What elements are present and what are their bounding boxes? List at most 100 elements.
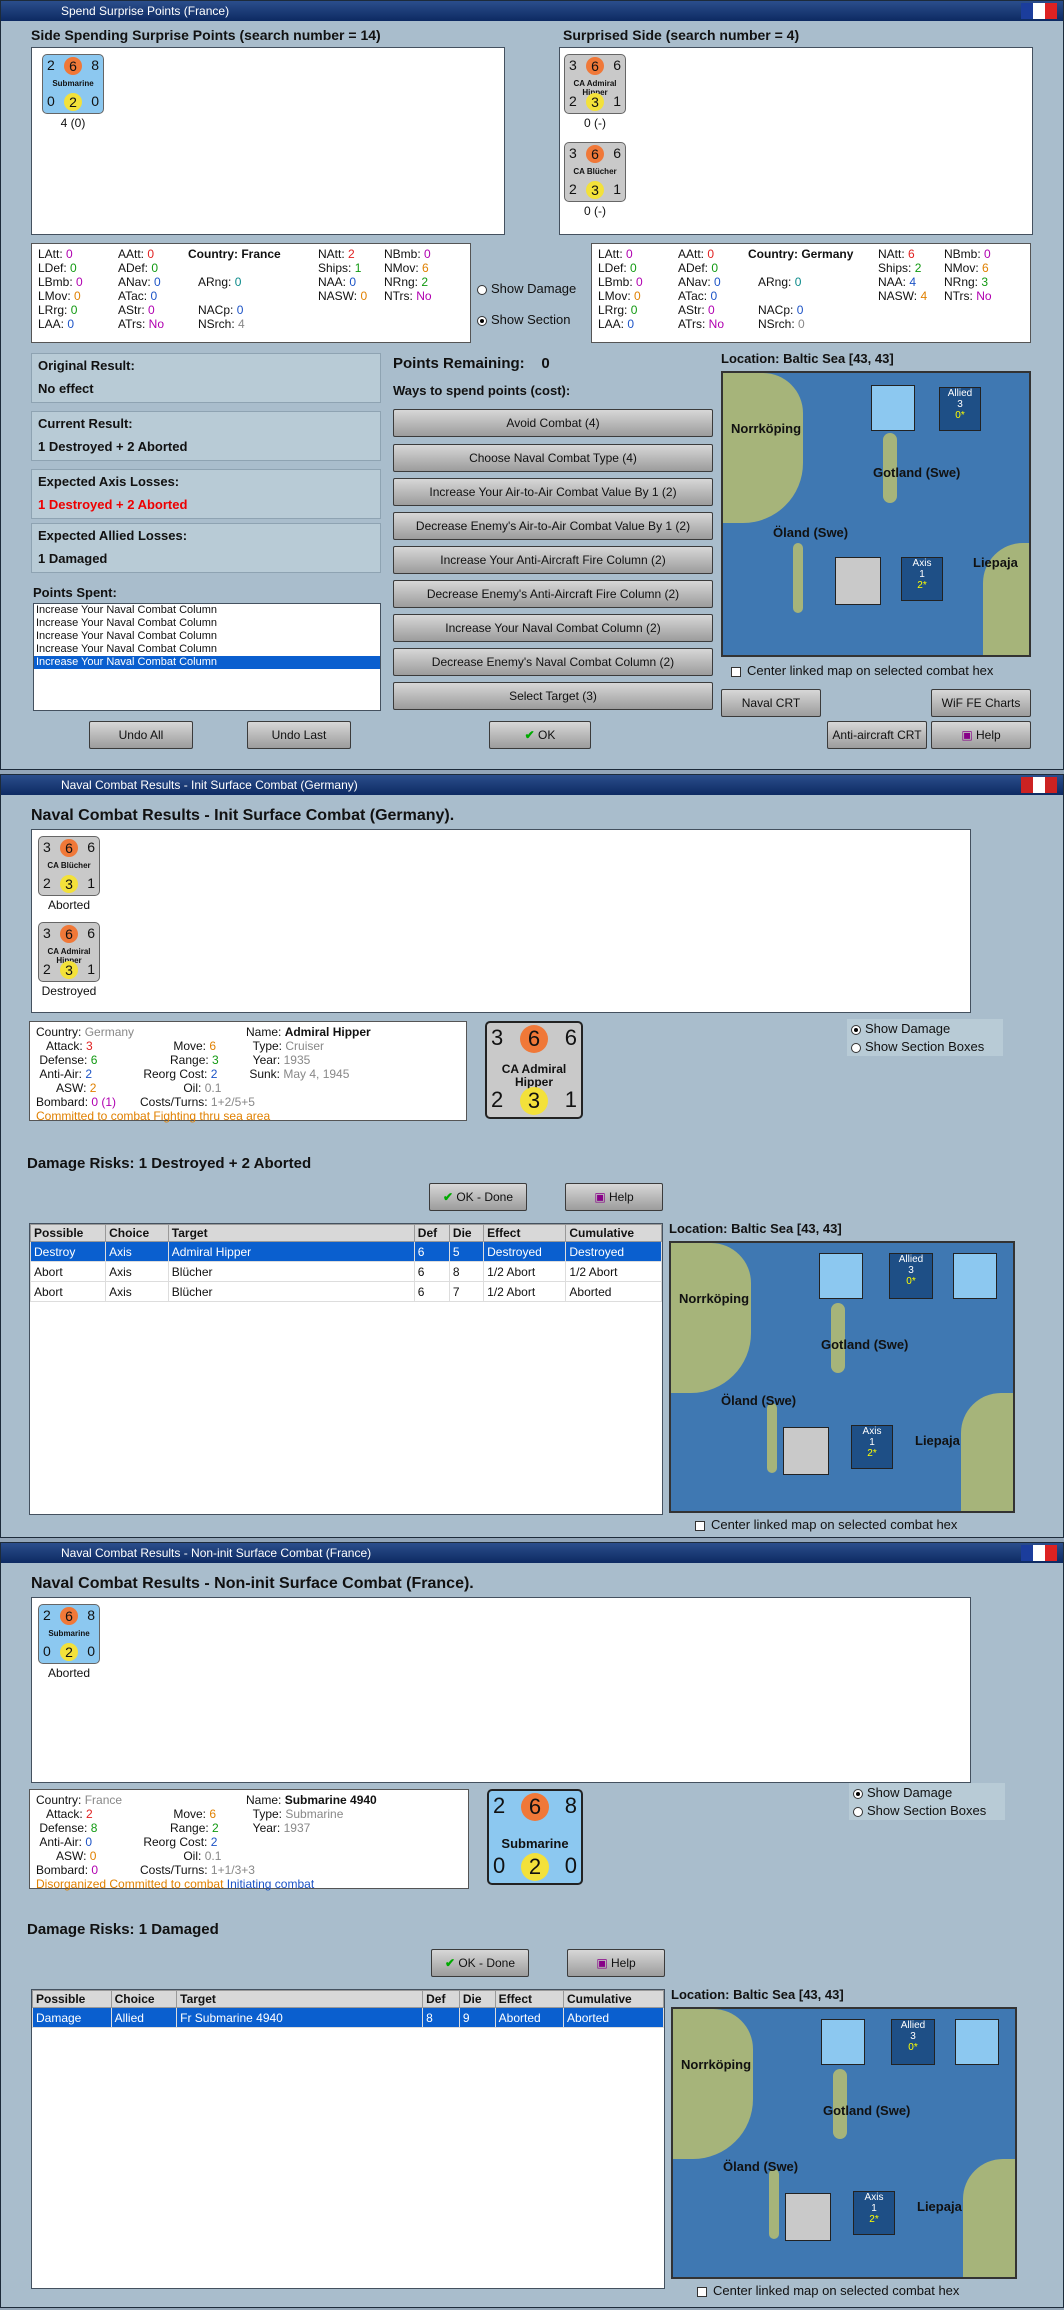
table-row[interactable]: Abort Axis Blücher 6 7 1/2 Abort Aborted (29, 1281, 662, 1302)
decrease-enemy-air-to-air-button[interactable]: Decrease Enemy's Air-to-Air Combat Value… (393, 512, 713, 540)
map-allied-marker[interactable]: Allied 3 0* (889, 1253, 933, 1299)
map-allied-marker[interactable]: Allied 3 0* (939, 387, 981, 431)
map-unit-submarine[interactable] (871, 385, 915, 431)
list-item[interactable]: Increase Your Naval Combat Column (34, 656, 380, 669)
col-def[interactable]: Def (422, 1990, 460, 2008)
col-def[interactable]: Def (413, 1224, 450, 1242)
list-item[interactable]: Increase Your Naval Combat Column (34, 643, 380, 656)
results-header: Naval Combat Results - Non-init Surface … (31, 1575, 474, 1592)
map-unit-submarine[interactable] (819, 1253, 863, 1299)
map-unit-admiral-hipper[interactable] (783, 1427, 829, 1475)
damage-table-container: Possible Choice Target Def Die Effect Cu… (31, 1989, 665, 2289)
spending-units-box: 268 Submarine 020 4 (0) (31, 47, 505, 235)
choose-naval-combat-type-button[interactable]: Choose Naval Combat Type (4) (393, 444, 713, 472)
window-title: Spend Surprise Points (France) (61, 4, 230, 18)
show-damage-radio[interactable]: Show Damage (847, 1019, 1003, 1038)
center-map-checkbox[interactable]: Center linked map on selected combat hex (695, 1517, 957, 1532)
center-map-checkbox[interactable]: Center linked map on selected combat hex (731, 663, 993, 678)
center-map-checkbox[interactable]: Center linked map on selected combat hex (697, 2283, 959, 2298)
location-label: Location: Baltic Sea [43, 43] (721, 351, 894, 366)
unit-counter-admiral-hipper[interactable]: 366 CA Admiral Hipper 231 (564, 54, 626, 114)
map-label-liepaja: Liepaja (915, 1433, 960, 1448)
baltic-map[interactable]: Norrköping Gotland (Swe) Öland (Swe) Lie… (671, 2007, 1017, 2279)
increase-anti-aircraft-button[interactable]: Increase Your Anti-Aircraft Fire Column … (393, 546, 713, 574)
undo-all-button[interactable]: Undo All (89, 721, 193, 749)
show-section-radio[interactable]: Show Section (477, 312, 571, 327)
col-possible[interactable]: Possible (32, 1990, 112, 2008)
check-icon: ✔ (444, 1956, 459, 1970)
show-damage-radio[interactable]: Show Damage (849, 1783, 1005, 1802)
anti-aircraft-crt-button[interactable]: Anti-aircraft CRT (827, 721, 927, 749)
large-unit-counter-submarine: 268 Submarine 020 (487, 1789, 583, 1885)
damage-risks: Damage Risks: 1 Destroyed + 2 Aborted (27, 1155, 312, 1172)
col-target[interactable]: Target (167, 1224, 415, 1242)
list-item[interactable]: Increase Your Naval Combat Column (34, 630, 380, 643)
title-bar: Naval Combat Results - Non-init Surface … (1, 1543, 1063, 1563)
map-unit-submarine[interactable] (821, 2019, 865, 2065)
select-target-button[interactable]: Select Target (3) (393, 682, 713, 710)
germany-flag-icon (1021, 777, 1057, 793)
col-cumulative[interactable]: Cumulative (563, 1990, 664, 2008)
help-button[interactable]: ▣ Help (565, 1183, 663, 1211)
col-choice[interactable]: Choice (110, 1990, 178, 2008)
col-die[interactable]: Die (458, 1990, 496, 2008)
ok-done-button[interactable]: ✔ OK - Done (431, 1949, 529, 1977)
france-flag-icon (1021, 1545, 1057, 1561)
book-icon: ▣ (594, 1190, 609, 1204)
list-item[interactable]: Increase Your Naval Combat Column (34, 617, 380, 630)
surprised-units-box: 366 CA Admiral Hipper 231 0 (-) 366 CA B… (559, 47, 1033, 235)
wif-charts-button[interactable]: WiF FE Charts (931, 689, 1031, 717)
col-effect[interactable]: Effect (494, 1990, 565, 2008)
col-possible[interactable]: Possible (29, 1224, 107, 1242)
map-axis-marker[interactable]: Axis 1 2* (851, 1425, 893, 1469)
col-choice[interactable]: Choice (105, 1224, 169, 1242)
unit-counter-submarine[interactable]: 268 Submarine 020 (38, 1604, 100, 1664)
unit-caption: Aborted (47, 1666, 91, 1680)
ok-done-button[interactable]: ✔ OK - Done (429, 1183, 527, 1211)
baltic-map[interactable]: Norrköping Gotland (Swe) Öland (Swe) Lie… (721, 371, 1031, 657)
points-remaining: Points Remaining: 0 (393, 355, 550, 372)
col-effect[interactable]: Effect (483, 1224, 567, 1242)
help-button[interactable]: ▣ Help (567, 1949, 665, 1977)
col-die[interactable]: Die (448, 1224, 485, 1242)
points-spent-list[interactable]: Increase Your Naval Combat Column Increa… (33, 603, 381, 711)
map-axis-marker[interactable]: Axis 1 2* (853, 2191, 895, 2235)
unit-counter-submarine[interactable]: 268 Submarine 020 (42, 54, 104, 114)
stats-france: Country: France LAtt: 0 AAtt: 0 NAtt: 2 NBm… (31, 243, 471, 343)
increase-air-to-air-button[interactable]: Increase Your Air-to-Air Combat Value By… (393, 478, 713, 506)
damage-table: Possible Choice Target Def Die Effect Cu… (29, 1224, 662, 1302)
table-row[interactable]: Abort Axis Blücher 6 8 1/2 Abort 1/2 Abort (29, 1261, 662, 1282)
list-item[interactable]: Increase Your Naval Combat Column (34, 604, 380, 617)
baltic-map[interactable]: Norrköping Gotland (Swe) Öland (Swe) Lie… (669, 1241, 1015, 1513)
map-label-oland: Öland (Swe) (723, 2159, 799, 2174)
map-allied-marker[interactable]: Allied 3 0* (891, 2019, 935, 2065)
map-label-oland: Öland (Swe) (773, 525, 849, 540)
show-damage-radio[interactable]: Show Damage (477, 281, 576, 296)
map-label-liepaja: Liepaja (973, 555, 1018, 570)
avoid-combat-button[interactable]: Avoid Combat (4) (393, 409, 713, 437)
show-section-boxes-radio[interactable]: Show Section Boxes (849, 1801, 1005, 1820)
unit-counter-blucher[interactable]: 366 CA Blücher 231 (564, 142, 626, 202)
help-button[interactable]: ▣ Help (931, 721, 1031, 749)
book-icon: ▣ (961, 728, 976, 742)
show-section-boxes-radio[interactable]: Show Section Boxes (847, 1037, 1003, 1056)
unit-counter-admiral-hipper[interactable]: 366 CA Admiral Hipper 231 (38, 922, 100, 982)
unit-info-panel: Country: Germany Attack: 3 Defense: 6 An… (29, 1021, 467, 1123)
col-cumulative[interactable]: Cumulative (565, 1224, 662, 1242)
right-header: Surprised Side (search number = 4) (563, 27, 800, 43)
table-row[interactable]: Destroy Axis Admiral Hipper 6 5 Destroyed Dest… (29, 1241, 662, 1262)
unit-counter-blucher[interactable]: 366 CA Blücher 231 (38, 836, 100, 896)
ok-button[interactable]: ✔ OK (489, 721, 591, 749)
decrease-enemy-anti-aircraft-button[interactable]: Decrease Enemy's Anti-Aircraft Fire Colu… (393, 580, 713, 608)
increase-naval-combat-column-button[interactable]: Increase Your Naval Combat Column (2) (393, 614, 713, 642)
map-unit-submarine-2[interactable] (953, 1253, 997, 1299)
map-unit-admiral-hipper[interactable] (835, 557, 881, 605)
naval-crt-button[interactable]: Naval CRT (721, 689, 821, 717)
undo-last-button[interactable]: Undo Last (247, 721, 351, 749)
map-axis-marker[interactable]: Axis 1 2* (901, 557, 943, 601)
table-row[interactable]: Damage Allied Fr Submarine 4940 8 9 Aborted Ab… (32, 2007, 664, 2028)
map-unit-blucher[interactable] (785, 2193, 831, 2241)
decrease-enemy-naval-combat-column-button[interactable]: Decrease Enemy's Naval Combat Column (2) (393, 648, 713, 676)
map-unit-submarine-2[interactable] (955, 2019, 999, 2065)
col-target[interactable]: Target (176, 1990, 424, 2008)
